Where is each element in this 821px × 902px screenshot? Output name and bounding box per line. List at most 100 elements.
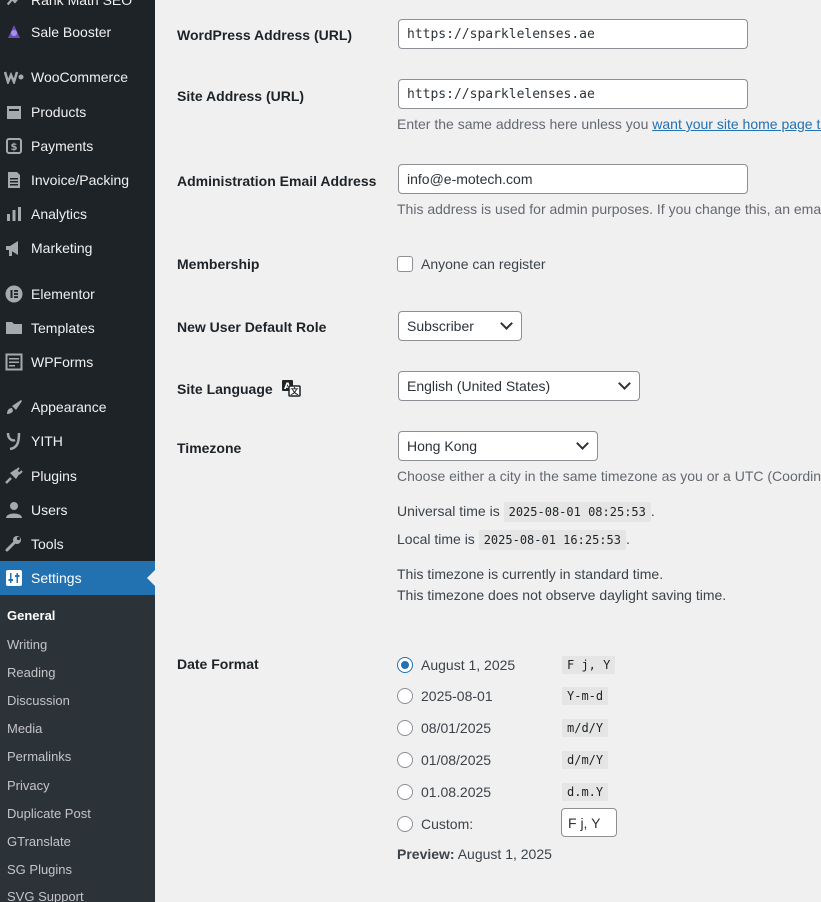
- site-address-label: Site Address (URL): [177, 88, 305, 104]
- universal-time-row: Universal time is 2025-08-01 08:25:53.: [397, 502, 655, 522]
- universal-time-value: 2025-08-01 08:25:53: [503, 502, 651, 522]
- date-format-radio[interactable]: [397, 752, 413, 768]
- settings-icon: [4, 568, 24, 588]
- menu-item-templates[interactable]: Templates: [0, 311, 155, 345]
- dst-note: This timezone does not observe daylight …: [397, 587, 727, 603]
- menu-item-analytics[interactable]: Analytics: [0, 197, 155, 231]
- date-format-label: Date Format: [177, 656, 259, 672]
- wp-address-input[interactable]: https://sparklelenses.ae: [398, 19, 748, 49]
- menu-item-settings[interactable]: Settings: [0, 561, 155, 595]
- local-time-row: Local time is 2025-08-01 16:25:53.: [397, 530, 630, 550]
- local-time-value: 2025-08-01 16:25:53: [478, 530, 626, 550]
- date-format-option-label: August 1, 2025: [421, 657, 516, 673]
- submenu-media[interactable]: Media: [7, 721, 42, 736]
- preview-label: Preview:: [397, 846, 455, 862]
- date-format-radio[interactable]: [397, 688, 413, 704]
- date-format-code: d.m.Y: [562, 783, 609, 801]
- menu-item-sale-booster[interactable]: Sale Booster: [0, 15, 155, 49]
- date-format-preview: Preview: August 1, 2025: [397, 846, 552, 862]
- menu-item-payments[interactable]: $ Payments: [0, 129, 155, 163]
- chevron-down-icon: [576, 437, 589, 450]
- yith-icon: [4, 431, 24, 451]
- anyone-can-register-label: Anyone can register: [421, 256, 546, 272]
- payments-icon: $: [4, 136, 24, 156]
- site-language-label: Site Language A文: [177, 379, 301, 400]
- timezone-value: Hong Kong: [407, 438, 478, 454]
- site-language-select[interactable]: English (United States): [398, 371, 640, 401]
- date-format-code: d/m/Y: [562, 751, 609, 769]
- submenu-svg-support[interactable]: SVG Support: [7, 889, 84, 902]
- woocommerce-icon: [4, 67, 24, 87]
- submenu-gtranslate[interactable]: GTranslate: [7, 834, 71, 849]
- anyone-can-register-checkbox[interactable]: [397, 256, 413, 272]
- menu-item-plugins[interactable]: Plugins: [0, 459, 155, 493]
- menu-item-yith[interactable]: YITH: [0, 424, 155, 458]
- date-format-option-label: 08/01/2025: [421, 720, 492, 736]
- translation-icon: A文: [281, 379, 301, 400]
- local-time-label: Local time is: [397, 531, 475, 547]
- products-icon: [4, 102, 24, 122]
- date-format-custom-label: Custom:: [421, 816, 474, 832]
- wp-address-label: WordPress Address (URL): [177, 27, 353, 43]
- site-home-page-link[interactable]: want your site home page to: [652, 116, 821, 132]
- submenu-discussion[interactable]: Discussion: [7, 693, 70, 708]
- site-address-description: Enter the same address here unless you w…: [397, 116, 821, 132]
- date-format-radio[interactable]: [397, 784, 413, 800]
- wpforms-icon: [4, 352, 24, 372]
- date-format-custom-input[interactable]: F j, Y: [561, 808, 617, 837]
- submenu-permalinks[interactable]: Permalinks: [7, 749, 71, 764]
- submenu-general[interactable]: General: [7, 608, 55, 623]
- wrench-icon: [4, 534, 24, 554]
- chevron-down-icon: [618, 377, 631, 390]
- menu-item-products[interactable]: Products: [0, 95, 155, 129]
- membership-label: Membership: [177, 256, 260, 272]
- plugin-icon: [4, 466, 24, 486]
- submenu-duplicate-post[interactable]: Duplicate Post: [7, 806, 91, 821]
- date-format-code: m/d/Y: [562, 719, 609, 737]
- default-role-label: New User Default Role: [177, 319, 327, 335]
- submenu-writing[interactable]: Writing: [7, 637, 47, 652]
- svg-text:文: 文: [290, 386, 299, 396]
- svg-text:$: $: [11, 142, 18, 153]
- menu-item-appearance[interactable]: Appearance: [0, 390, 155, 424]
- menu-item-invoice[interactable]: Invoice/Packing: [0, 163, 155, 197]
- date-format-option-label: 01.08.2025: [421, 784, 492, 800]
- date-format-option-label: 2025-08-01: [421, 688, 493, 704]
- date-format-custom-radio[interactable]: [397, 816, 413, 832]
- site-language-value: English (United States): [407, 378, 551, 394]
- standard-time-note: This timezone is currently in standard t…: [397, 566, 664, 582]
- admin-email-input[interactable]: info@e-motech.com: [398, 164, 748, 194]
- date-format-radio[interactable]: [397, 720, 413, 736]
- paintbrush-icon: [4, 397, 24, 417]
- submenu-reading[interactable]: Reading: [7, 665, 55, 680]
- date-format-radio[interactable]: [397, 657, 413, 673]
- universal-time-label: Universal time is: [397, 503, 500, 519]
- menu-item-woocommerce[interactable]: WooCommerce: [0, 60, 155, 94]
- date-format-code: Y-m-d: [562, 687, 609, 705]
- marketing-icon: [4, 238, 24, 258]
- menu-item-elementor[interactable]: Elementor: [0, 277, 155, 311]
- elementor-icon: [4, 284, 24, 304]
- admin-sidebar: Rank Math SEO Sale Booster WooCommerce P…: [0, 0, 155, 902]
- site-language-text: Site Language: [177, 381, 273, 397]
- default-role-select[interactable]: Subscriber: [398, 311, 522, 341]
- site-address-input[interactable]: https://sparklelenses.ae: [398, 79, 748, 109]
- admin-email-label: Administration Email Address: [177, 173, 377, 189]
- folder-icon: [4, 318, 24, 338]
- submenu-privacy[interactable]: Privacy: [7, 778, 50, 793]
- analytics-icon: [4, 204, 24, 224]
- menu-item-marketing[interactable]: Marketing: [0, 231, 155, 265]
- submenu-sg-plugins[interactable]: SG Plugins: [7, 862, 72, 877]
- menu-item-wpforms[interactable]: WPForms: [0, 345, 155, 379]
- admin-email-description: This address is used for admin purposes.…: [397, 201, 821, 217]
- timezone-label: Timezone: [177, 440, 242, 456]
- users-icon: [4, 500, 24, 520]
- menu-item-users[interactable]: Users: [0, 493, 155, 527]
- menu-item-tools[interactable]: Tools: [0, 527, 155, 561]
- rank-math-icon: [4, 0, 24, 10]
- default-role-value: Subscriber: [407, 318, 474, 334]
- invoice-icon: [4, 170, 24, 190]
- timezone-select[interactable]: Hong Kong: [398, 431, 598, 461]
- site-address-desc-text: Enter the same address here unless you: [397, 116, 653, 132]
- date-format-option-label: 01/08/2025: [421, 752, 492, 768]
